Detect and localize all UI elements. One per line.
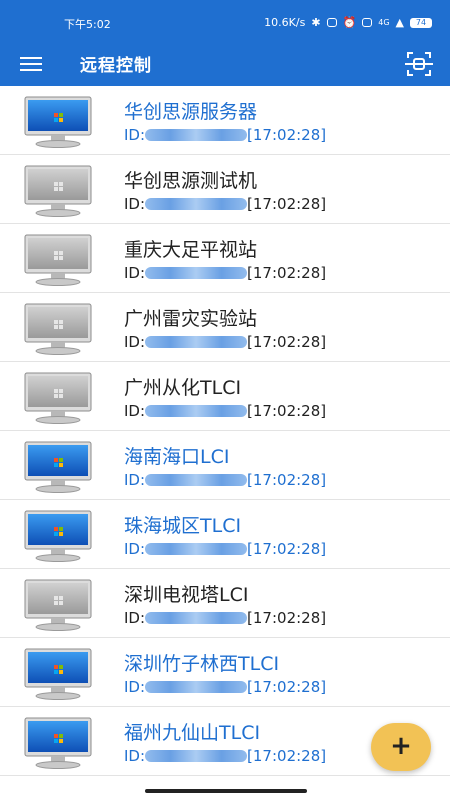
- monitor-online-icon: [24, 648, 92, 700]
- device-timestamp: [17:02:28]: [247, 609, 327, 627]
- device-id-prefix: ID:: [124, 195, 146, 213]
- device-id-line: ID: [17:02:28]: [124, 264, 326, 282]
- device-id-line: ID: [17:02:28]: [124, 126, 326, 144]
- device-timestamp: [17:02:28]: [247, 747, 327, 765]
- net-speed: 10.6K/s: [264, 16, 306, 29]
- device-id-line: ID: [17:02:28]: [124, 678, 326, 696]
- status-icons: 10.6K/s ✱ ⏰ 4G ▲ 74: [264, 16, 432, 29]
- redacted-id: [145, 474, 248, 486]
- device-name: 福州九仙山TLCI: [124, 722, 261, 744]
- page-title: 远程控制: [80, 56, 152, 76]
- add-device-button[interactable]: +: [371, 723, 431, 771]
- vibrate-icon: [326, 18, 337, 27]
- status-bar: 下午5:02 10.6K/s ✱ ⏰ 4G ▲ 74: [0, 0, 450, 42]
- device-row[interactable]: 广州从化TLCI ID: [17:02:28]: [0, 362, 450, 431]
- redacted-id: [145, 198, 248, 210]
- device-id-prefix: ID:: [124, 609, 146, 627]
- device-id-prefix: ID:: [124, 402, 146, 420]
- monitor-online-icon: [24, 717, 92, 769]
- device-timestamp: [17:02:28]: [247, 195, 327, 213]
- device-timestamp: [17:02:28]: [247, 126, 327, 144]
- device-id-prefix: ID:: [124, 126, 146, 144]
- redacted-id: [145, 750, 248, 762]
- device-id-prefix: ID:: [124, 540, 146, 558]
- monitor-offline-icon: [24, 579, 92, 631]
- device-id-line: ID: [17:02:28]: [124, 195, 326, 213]
- redacted-id: [145, 336, 248, 348]
- device-name: 深圳电视塔LCI: [124, 584, 249, 606]
- alarm-icon: ⏰: [342, 16, 357, 29]
- device-name: 海南海口LCI: [124, 446, 230, 468]
- battery-icon: 74: [410, 17, 432, 28]
- redacted-id: [145, 543, 248, 555]
- device-id-line: ID: [17:02:28]: [124, 402, 326, 420]
- monitor-offline-icon: [24, 234, 92, 286]
- device-name: 珠海城区TLCI: [124, 515, 242, 537]
- device-row[interactable]: 广州雷灾实验站 ID: [17:02:28]: [0, 293, 450, 362]
- device-name: 广州从化TLCI: [124, 377, 242, 399]
- device-name: 深圳竹子林西TLCI: [124, 653, 280, 675]
- monitor-online-icon: [24, 510, 92, 562]
- monitor-offline-icon: [24, 165, 92, 217]
- hamburger-menu-icon[interactable]: [20, 54, 42, 72]
- redacted-id: [145, 612, 248, 624]
- monitor-offline-icon: [24, 372, 92, 424]
- device-id-line: ID: [17:02:28]: [124, 540, 326, 558]
- device-row[interactable]: 重庆大足平视站 ID: [17:02:28]: [0, 224, 450, 293]
- device-id-line: ID: [17:02:28]: [124, 333, 326, 351]
- device-list: 华创思源服务器 ID: [17:02:28] 华创思源测试机 ID: [17:02:28]…: [0, 86, 450, 800]
- device-row[interactable]: 华创思源测试机 ID: [17:02:28]: [0, 155, 450, 224]
- redacted-id: [145, 405, 248, 417]
- device-id-prefix: ID:: [124, 471, 146, 489]
- device-row[interactable]: 华创思源服务器 ID: [17:02:28]: [0, 86, 450, 155]
- status-time: 下午5:02: [64, 18, 111, 31]
- redacted-id: [145, 267, 248, 279]
- signal-icon: ▲: [395, 16, 404, 29]
- device-name: 华创思源服务器: [124, 101, 258, 123]
- redacted-id: [145, 129, 248, 141]
- device-timestamp: [17:02:28]: [247, 333, 327, 351]
- device-timestamp: [17:02:28]: [247, 471, 327, 489]
- monitor-offline-icon: [24, 303, 92, 355]
- app-bar: 远程控制: [0, 42, 450, 86]
- device-row[interactable]: 深圳电视塔LCI ID: [17:02:28]: [0, 569, 450, 638]
- monitor-online-icon: [24, 96, 92, 148]
- device-timestamp: [17:02:28]: [247, 264, 327, 282]
- home-indicator[interactable]: [145, 789, 307, 793]
- device-id-prefix: ID:: [124, 333, 146, 351]
- device-timestamp: [17:02:28]: [247, 678, 327, 696]
- device-timestamp: [17:02:28]: [247, 540, 327, 558]
- bluetooth-icon: ✱: [311, 16, 321, 29]
- device-row[interactable]: 海南海口LCI ID: [17:02:28]: [0, 431, 450, 500]
- device-id-line: ID: [17:02:28]: [124, 471, 326, 489]
- device-id-prefix: ID:: [124, 264, 146, 282]
- hd-icon: [362, 18, 373, 27]
- device-id-line: ID: [17:02:28]: [124, 609, 326, 627]
- device-row[interactable]: 深圳竹子林西TLCI ID: [17:02:28]: [0, 638, 450, 707]
- device-id-prefix: ID:: [124, 678, 146, 696]
- device-timestamp: [17:02:28]: [247, 402, 327, 420]
- device-name: 重庆大足平视站: [124, 239, 258, 261]
- scan-frame-icon[interactable]: [402, 48, 436, 80]
- signal-label: 4G: [378, 18, 390, 27]
- device-name: 华创思源测试机: [124, 170, 258, 192]
- monitor-online-icon: [24, 441, 92, 493]
- redacted-id: [145, 681, 248, 693]
- device-id-prefix: ID:: [124, 747, 146, 765]
- device-name: 广州雷灾实验站: [124, 308, 258, 330]
- device-id-line: ID: [17:02:28]: [124, 747, 326, 765]
- device-row[interactable]: 珠海城区TLCI ID: [17:02:28]: [0, 500, 450, 569]
